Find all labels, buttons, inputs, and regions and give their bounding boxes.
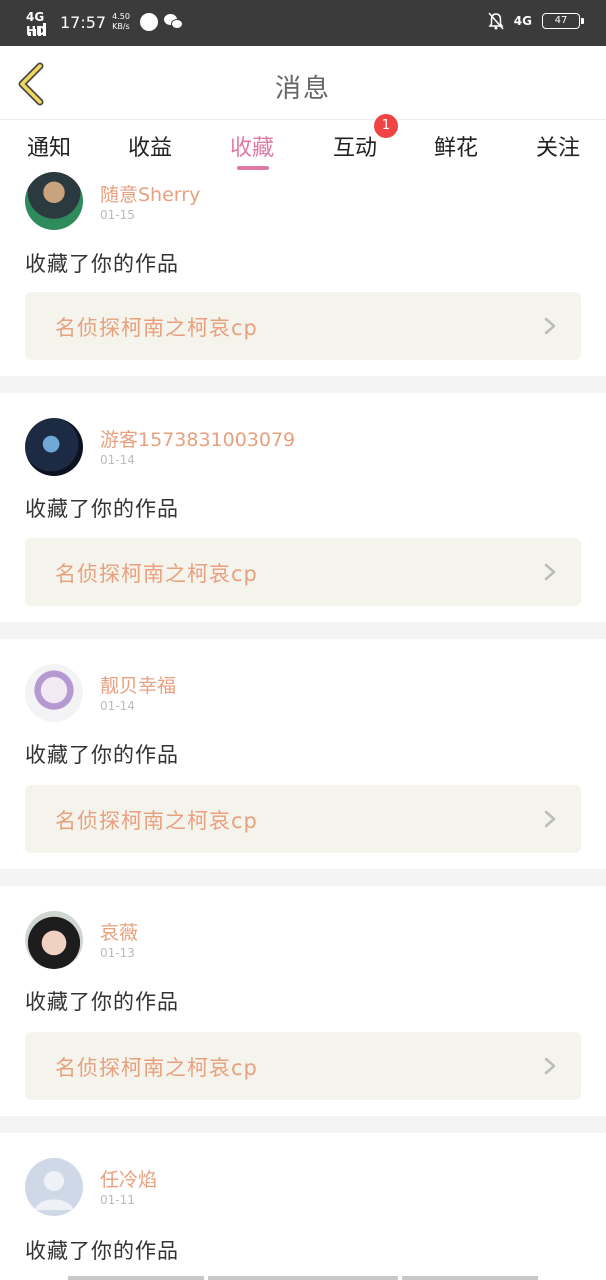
- wechat-icon: [163, 14, 184, 30]
- notification-card: 靓贝幸福 01-14 收藏了你的作品 名侦探柯南之柯哀cp: [0, 639, 606, 869]
- notification-card: 任冷焰 01-11 收藏了你的作品: [0, 1133, 606, 1280]
- notification-card: 哀薇 01-13 收藏了你的作品 名侦探柯南之柯哀cp: [0, 886, 606, 1116]
- avatar[interactable]: [25, 664, 83, 722]
- notification-card: 随意Sherry 01-15 收藏了你的作品 名侦探柯南之柯哀cp: [0, 172, 606, 376]
- work-title: 名侦探柯南之柯哀cp: [55, 562, 258, 586]
- avatar[interactable]: [25, 418, 83, 476]
- work-title: 名侦探柯南之柯哀cp: [55, 316, 258, 340]
- work-title: 名侦探柯南之柯哀cp: [55, 1056, 258, 1080]
- username[interactable]: 任冷焰: [100, 1165, 157, 1192]
- username[interactable]: 靓贝幸福: [100, 671, 176, 698]
- work-link[interactable]: 名侦探柯南之柯哀cp: [25, 538, 581, 606]
- scroll-indicator: [402, 1276, 538, 1280]
- scroll-indicator: [68, 1276, 204, 1280]
- active-tab-indicator: [237, 166, 269, 170]
- bell-muted-icon: [488, 12, 504, 30]
- notification-date: 01-15: [100, 208, 135, 222]
- tab-following[interactable]: 关注: [523, 130, 593, 162]
- tab-flowers[interactable]: 鲜花: [421, 130, 491, 162]
- app-notification-icon: [139, 13, 158, 31]
- work-link[interactable]: 名侦探柯南之柯哀cp: [25, 1032, 581, 1100]
- username[interactable]: 哀薇: [100, 918, 138, 945]
- action-text: 收藏了你的作品: [25, 252, 179, 276]
- chevron-right-icon: [544, 563, 556, 581]
- interactions-badge: 1: [374, 114, 398, 138]
- avatar[interactable]: [25, 911, 83, 969]
- work-link[interactable]: 名侦探柯南之柯哀cp: [25, 292, 581, 360]
- work-title: 名侦探柯南之柯哀cp: [55, 809, 258, 833]
- status-bar: 4G HD 17:57 4.50 KB/s 4G 47: [0, 0, 606, 46]
- page-title: 消息: [274, 74, 331, 104]
- chevron-right-icon: [544, 810, 556, 828]
- action-text: 收藏了你的作品: [25, 1239, 179, 1263]
- default-avatar-icon[interactable]: [25, 1158, 83, 1216]
- divider: [0, 622, 606, 639]
- status-time: 17:57: [60, 12, 107, 32]
- notification-date: 01-11: [100, 1193, 135, 1207]
- username[interactable]: 游客1573831003079: [100, 425, 295, 452]
- tab-bar: 通知 收益 收藏 互动 1 鲜花 关注: [0, 114, 606, 176]
- network-4g-label: 4G: [513, 14, 532, 28]
- action-text: 收藏了你的作品: [25, 497, 179, 521]
- chevron-right-icon: [544, 1057, 556, 1075]
- notification-date: 01-14: [100, 453, 135, 467]
- work-link[interactable]: 名侦探柯南之柯哀cp: [25, 785, 581, 853]
- divider: [0, 376, 606, 393]
- tab-earnings[interactable]: 收益: [115, 130, 185, 162]
- divider: [0, 1116, 606, 1133]
- tab-notifications[interactable]: 通知: [14, 130, 84, 162]
- action-text: 收藏了你的作品: [25, 990, 179, 1014]
- avatar[interactable]: [25, 172, 83, 230]
- network-speed: 4.50 KB/s: [112, 12, 130, 31]
- battery-icon: 47: [542, 13, 584, 29]
- username[interactable]: 随意Sherry: [100, 180, 200, 207]
- chevron-right-icon: [544, 317, 556, 335]
- notification-date: 01-14: [100, 699, 135, 713]
- scroll-indicator: [208, 1276, 398, 1280]
- battery-level: 47: [554, 15, 568, 26]
- tab-favorites[interactable]: 收藏: [217, 130, 287, 162]
- signal-icon: 4G HD: [26, 10, 54, 38]
- notification-date: 01-13: [100, 946, 135, 960]
- action-text: 收藏了你的作品: [25, 743, 179, 767]
- divider: [0, 869, 606, 886]
- header: 消息: [0, 46, 606, 120]
- notification-card: 游客1573831003079 01-14 收藏了你的作品 名侦探柯南之柯哀cp: [0, 393, 606, 622]
